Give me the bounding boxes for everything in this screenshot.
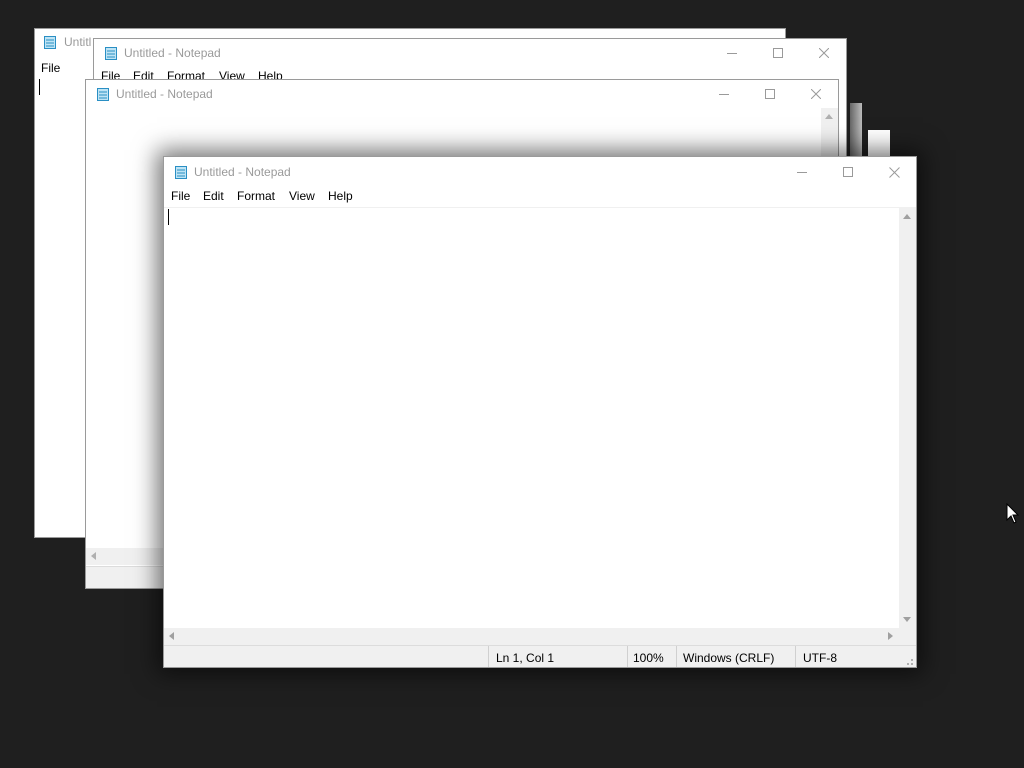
- close-button[interactable]: [801, 39, 846, 67]
- text-caret: [39, 79, 40, 95]
- scroll-up-arrow-icon[interactable]: [825, 114, 833, 119]
- status-encoding: UTF-8: [803, 651, 837, 665]
- scroll-right-arrow-icon[interactable]: [888, 632, 893, 640]
- close-button[interactable]: [871, 157, 916, 187]
- scroll-left-arrow-icon[interactable]: [91, 552, 96, 560]
- notepad-icon: [44, 36, 56, 49]
- minimize-button[interactable]: [779, 157, 825, 187]
- minimize-button[interactable]: [709, 39, 755, 67]
- maximize-button[interactable]: [755, 39, 801, 67]
- minimize-icon: [719, 94, 729, 95]
- text-editor[interactable]: [164, 208, 899, 628]
- maximize-button[interactable]: [747, 80, 793, 108]
- maximize-icon: [843, 167, 853, 177]
- ghost-trail-right-1: [850, 103, 862, 160]
- scroll-down-arrow-icon[interactable]: [903, 617, 911, 622]
- status-bar: Ln 1, Col 1 100% Windows (CRLF) UTF-8: [164, 645, 916, 667]
- status-line-ending: Windows (CRLF): [683, 651, 775, 665]
- minimize-button[interactable]: [701, 80, 747, 108]
- maximize-button[interactable]: [825, 157, 871, 187]
- close-button[interactable]: [793, 80, 838, 108]
- text-caret: [168, 209, 169, 225]
- vertical-scrollbar[interactable]: [899, 208, 916, 628]
- status-cursor-position: Ln 1, Col 1: [496, 651, 555, 665]
- titlebar[interactable]: Untitled - Notepad: [164, 157, 916, 187]
- menubar: File Edit Format View Help: [164, 187, 916, 208]
- minimize-icon: [727, 53, 737, 54]
- ghost-trail-right-2: [868, 130, 890, 158]
- menu-edit[interactable]: Edit: [203, 189, 224, 203]
- window-title: Untitled - Notepad: [194, 165, 291, 179]
- close-icon: [811, 89, 821, 99]
- menu-help[interactable]: Help: [328, 189, 353, 203]
- close-icon: [888, 166, 900, 178]
- notepad-window-front[interactable]: Untitled - Notepad File Edit Format View…: [163, 156, 917, 668]
- window-title: Untitled - Notepad: [116, 87, 213, 101]
- maximize-icon: [765, 89, 775, 99]
- scroll-left-arrow-icon[interactable]: [169, 632, 174, 640]
- notepad-icon: [175, 166, 187, 179]
- menu-file[interactable]: File: [171, 189, 190, 203]
- window-title: Untitled - Notepad: [124, 46, 221, 60]
- minimize-icon: [797, 172, 807, 173]
- status-separator: [488, 646, 489, 667]
- status-separator: [676, 646, 677, 667]
- titlebar[interactable]: Untitled - Notepad: [86, 80, 838, 110]
- resize-grip-icon[interactable]: [904, 656, 914, 666]
- notepad-icon: [105, 47, 117, 60]
- window-title: Untitl: [64, 35, 92, 49]
- menu-file[interactable]: File: [41, 61, 60, 75]
- mouse-pointer-icon: [1006, 503, 1020, 524]
- scroll-corner: [899, 628, 916, 645]
- status-zoom: 100%: [633, 651, 664, 665]
- menu-view[interactable]: View: [289, 189, 315, 203]
- status-separator: [627, 646, 628, 667]
- scroll-up-arrow-icon[interactable]: [903, 214, 911, 219]
- maximize-icon: [773, 48, 783, 58]
- horizontal-scrollbar[interactable]: [164, 628, 899, 645]
- status-separator: [795, 646, 796, 667]
- titlebar[interactable]: Untitled - Notepad: [94, 39, 846, 69]
- close-icon: [819, 48, 829, 58]
- menu-format[interactable]: Format: [237, 189, 275, 203]
- notepad-icon: [97, 88, 109, 101]
